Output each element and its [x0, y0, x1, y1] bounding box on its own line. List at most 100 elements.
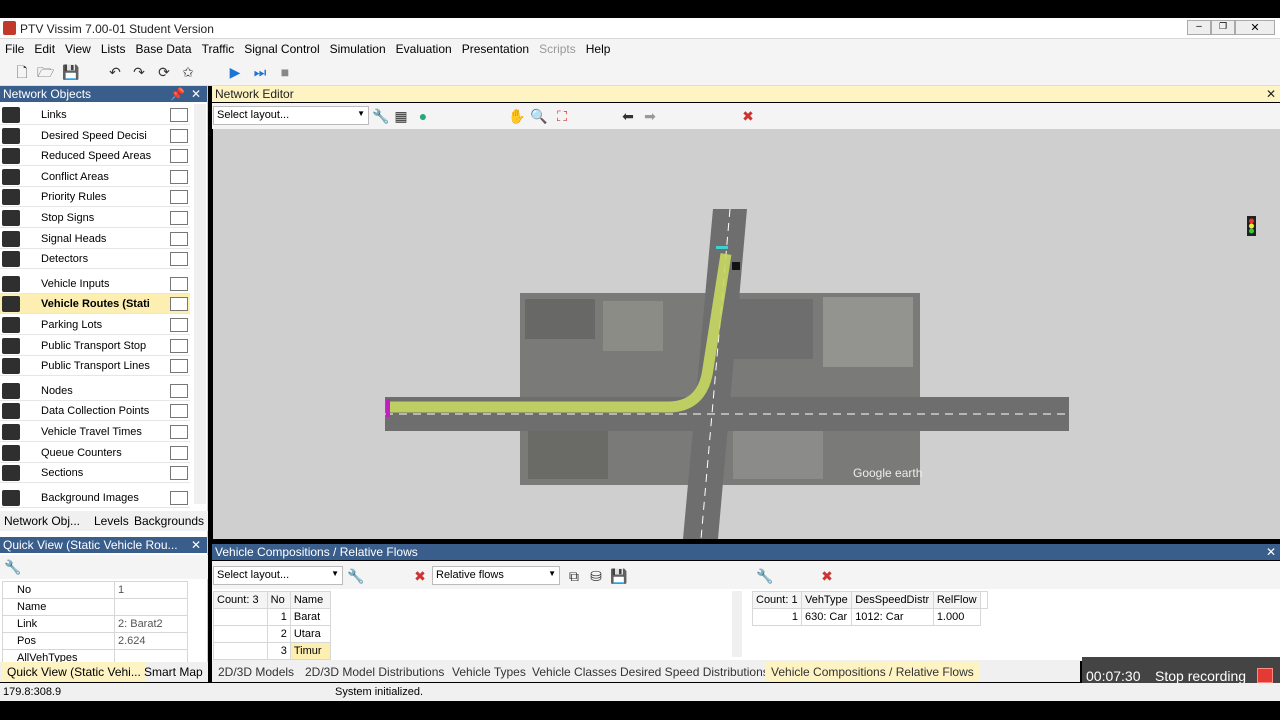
network-object-15[interactable]: Vehicle Travel Times	[0, 422, 190, 442]
column-header[interactable]: VehType	[800, 591, 853, 609]
network-object-10[interactable]: Parking Lots	[0, 315, 190, 335]
visibility-toggle[interactable]	[170, 297, 188, 312]
network-object-11[interactable]: Public Transport Stop	[0, 336, 190, 356]
wrench-icon[interactable]: 🔧	[756, 568, 773, 584]
menu-help[interactable]: Help	[581, 39, 616, 56]
delete-icon[interactable]: ✖	[740, 108, 756, 124]
open-folder-icon[interactable]: 🗁	[37, 64, 54, 80]
menu-view[interactable]: View	[60, 39, 96, 56]
database-icon[interactable]: ⛁	[588, 568, 604, 584]
menu-lists[interactable]: Lists	[96, 39, 131, 56]
network-object-9[interactable]: Vehicle Routes (Stati	[0, 294, 190, 315]
visibility-toggle[interactable]	[170, 466, 188, 481]
network-object-0[interactable]: Links	[0, 105, 190, 125]
tab-network-objects[interactable]: Network Obj...	[4, 514, 80, 528]
quick-view-value[interactable]	[114, 598, 188, 616]
quick-view-value[interactable]: 1	[114, 581, 188, 599]
column-header[interactable]: DesSpeedDistr	[851, 591, 934, 609]
table-scrollbar[interactable]	[732, 591, 742, 657]
compositions-close-icon[interactable]: ✕	[1266, 545, 1276, 559]
tab-smart-map[interactable]: Smart Map	[144, 665, 203, 679]
quick-view-value[interactable]: 2.624	[114, 632, 188, 650]
close-button[interactable]: ✕	[1235, 20, 1275, 35]
visibility-toggle[interactable]	[170, 169, 188, 184]
tab-desired-speed[interactable]: Desired Speed Distributions	[614, 662, 775, 682]
minimize-button[interactable]: –	[1187, 20, 1211, 35]
menu-signal-control[interactable]: Signal Control	[239, 39, 324, 56]
visibility-toggle[interactable]	[170, 231, 188, 246]
network-object-6[interactable]: Signal Heads	[0, 229, 190, 249]
editor-close-icon[interactable]: ✕	[1266, 87, 1276, 101]
visibility-toggle[interactable]	[170, 190, 188, 205]
globe-icon[interactable]: ●	[415, 108, 431, 124]
visibility-toggle[interactable]	[170, 445, 188, 460]
menu-edit[interactable]: Edit	[29, 39, 60, 56]
zoom-extent-icon[interactable]: ⛶	[554, 108, 570, 124]
tab-vehicle-classes[interactable]: Vehicle Classes	[526, 662, 623, 682]
visibility-toggle[interactable]	[170, 359, 188, 374]
grid-icon[interactable]: ▦	[393, 108, 409, 124]
tab-2d3d-models[interactable]: 2D/3D Models	[212, 662, 300, 682]
tab-vehicle-compositions[interactable]: Vehicle Compositions / Relative Flows	[765, 662, 980, 682]
step-icon[interactable]: ⏭	[252, 64, 268, 80]
tab-2d3d-distributions[interactable]: 2D/3D Model Distributions	[299, 662, 450, 682]
network-object-1[interactable]: Desired Speed Decisi	[0, 126, 190, 146]
visibility-toggle[interactable]	[170, 490, 188, 505]
quick-view-row[interactable]: Name	[2, 598, 188, 616]
wrench-icon[interactable]: 🔧	[372, 108, 389, 124]
zoom-icon[interactable]: 🔍	[530, 108, 547, 124]
table-row[interactable]: 3 Timur	[213, 642, 332, 660]
visibility-toggle[interactable]	[170, 211, 188, 225]
play-icon[interactable]: ▶	[227, 64, 243, 80]
column-header[interactable]: Name	[289, 591, 332, 609]
relative-flows-select[interactable]: Relative flows ▼	[432, 566, 560, 585]
pan-icon[interactable]: ✋	[508, 108, 525, 124]
menu-scripts[interactable]: Scripts	[534, 39, 581, 56]
refresh-icon[interactable]: ⟳	[156, 64, 172, 80]
column-header[interactable]: RelFlow	[932, 591, 981, 609]
menu-base-data[interactable]: Base Data	[131, 39, 197, 56]
record-stop-icon[interactable]	[1257, 668, 1273, 683]
visibility-toggle[interactable]	[170, 318, 188, 332]
visibility-toggle[interactable]	[170, 276, 188, 291]
pin-icon[interactable]: 📌	[170, 87, 185, 101]
table-row[interactable]: 2 Utara	[213, 625, 332, 643]
quick-view-row[interactable]: Pos 2.624	[2, 632, 188, 650]
network-object-12[interactable]: Public Transport Lines	[0, 356, 190, 377]
network-object-13[interactable]: Nodes	[0, 381, 190, 401]
network-object-17[interactable]: Sections	[0, 463, 190, 484]
quick-view-row[interactable]: No 1	[2, 581, 188, 599]
back-arrow-icon[interactable]: ⬅	[620, 108, 636, 124]
layout-select[interactable]: Select layout... ▼	[213, 106, 369, 125]
star-icon[interactable]: ✩	[180, 64, 196, 80]
network-object-4[interactable]: Priority Rules	[0, 187, 190, 208]
tab-backgrounds[interactable]: Backgrounds	[134, 514, 204, 528]
network-object-14[interactable]: Data Collection Points	[0, 401, 190, 422]
menu-presentation[interactable]: Presentation	[457, 39, 534, 56]
delete-icon[interactable]: ✖	[412, 568, 428, 584]
tab-vehicle-types[interactable]: Vehicle Types	[446, 662, 532, 682]
network-object-2[interactable]: Reduced Speed Areas	[0, 146, 190, 167]
visibility-toggle[interactable]	[170, 252, 188, 267]
visibility-toggle[interactable]	[170, 404, 188, 419]
redo-icon[interactable]: ↷	[131, 64, 147, 80]
object-list-scrollbar[interactable]	[194, 104, 206, 504]
network-object-3[interactable]: Conflict Areas	[0, 167, 190, 187]
wrench-icon[interactable]: 🔧	[4, 559, 21, 575]
menu-file[interactable]: File	[0, 39, 29, 56]
comp-layout-select[interactable]: Select layout... ▼	[213, 566, 343, 585]
stop-recording-button[interactable]: Stop recording	[1155, 668, 1246, 684]
network-canvas[interactable]: Google earth	[213, 129, 1280, 540]
visibility-toggle[interactable]	[170, 149, 188, 164]
visibility-toggle[interactable]	[170, 108, 188, 122]
quick-view-row[interactable]: Link 2: Barat2	[2, 615, 188, 633]
new-file-icon[interactable]: 🗋	[14, 64, 30, 80]
forward-arrow-icon[interactable]: ➡	[642, 108, 658, 124]
copy-icon[interactable]: ⧉	[566, 568, 582, 584]
undo-icon[interactable]: ↶	[107, 64, 123, 80]
visibility-toggle[interactable]	[170, 338, 188, 353]
save-icon[interactable]: 💾	[610, 568, 627, 584]
wrench-icon[interactable]: 🔧	[347, 568, 364, 584]
menu-simulation[interactable]: Simulation	[325, 39, 391, 56]
quick-view-value[interactable]: 2: Barat2	[114, 615, 188, 633]
